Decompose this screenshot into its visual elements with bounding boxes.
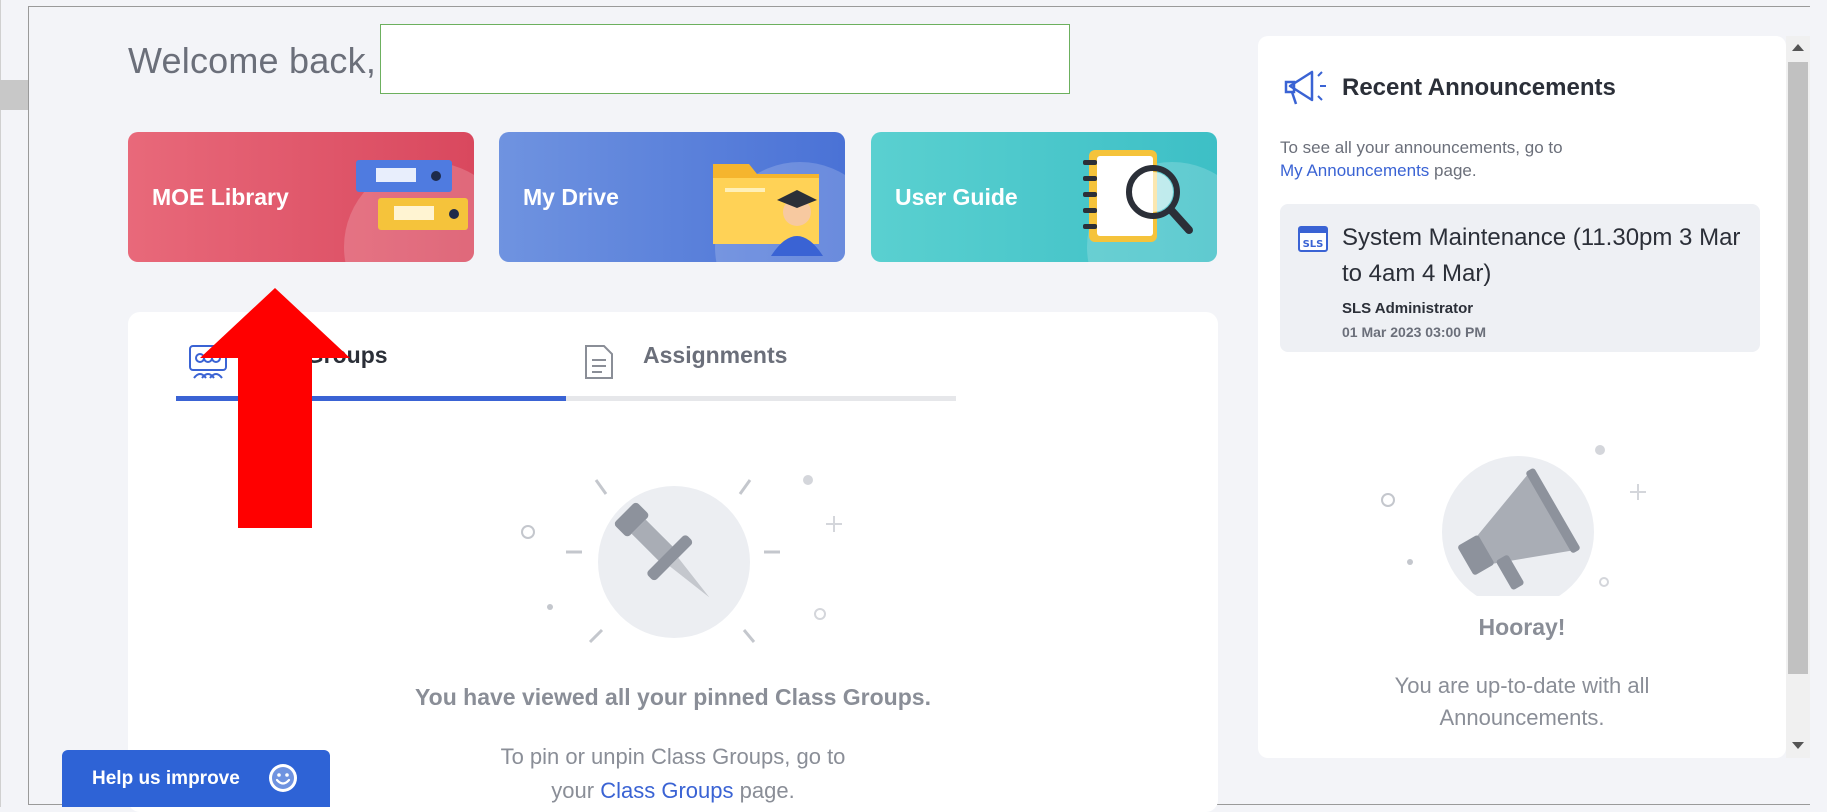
help-us-improve-button[interactable]: Help us improve (62, 750, 330, 807)
tab-assignments[interactable]: Assignments (643, 342, 787, 369)
scroll-down-arrow-icon[interactable] (1792, 742, 1804, 749)
assignments-icon (585, 345, 613, 379)
announcement-author: SLS Administrator (1342, 300, 1474, 317)
megaphone-icon (1284, 70, 1326, 105)
notebook-magnifier-icon (1083, 150, 1193, 242)
empty-state-sub-prefix: To pin or unpin Class Groups, go to (500, 744, 846, 769)
moe-library-label: MOE Library (152, 184, 289, 210)
empty-state-title: You have viewed all your pinned Class Gr… (415, 684, 931, 710)
class-groups-link[interactable]: Class Groups (600, 778, 733, 803)
announcements-hint: To see all your announcements, go to My … (1280, 136, 1563, 182)
announcements-hint-suffix: page. (1434, 161, 1477, 180)
left-border-line (0, 0, 1, 807)
moe-library-tile[interactable]: MOE Library (128, 132, 474, 262)
welcome-heading: Welcome back, (128, 40, 377, 81)
announcements-hint-prefix: To see all your announcements, go to (1280, 138, 1563, 157)
megaphone-illustration-icon (1381, 445, 1646, 596)
pin-illustration-icon (521, 475, 842, 644)
announcements-title: Recent Announcements (1342, 74, 1616, 101)
sls-badge-text: SLS (1303, 239, 1324, 250)
folders-icon (356, 160, 468, 230)
my-drive-tile[interactable]: My Drive (499, 132, 845, 262)
page-scrollbar[interactable] (1786, 36, 1810, 758)
help-button-label: Help us improve (92, 768, 240, 789)
announcement-item[interactable]: SLS System Maintenance (11.30pm 3 Mar to… (1280, 204, 1760, 352)
scroll-thumb[interactable] (1788, 62, 1808, 674)
sls-badge-icon: SLS (1298, 226, 1328, 252)
user-guide-label: User Guide (895, 184, 1018, 210)
left-gutter (0, 80, 28, 110)
my-announcements-link[interactable]: My Announcements (1280, 161, 1429, 180)
user-guide-tile[interactable]: User Guide (871, 132, 1217, 262)
announcements-empty-title: Hooray! (1478, 614, 1566, 640)
smiley-icon (269, 764, 297, 792)
announcements-empty-subtitle: You are up-to-date with all Announcement… (1394, 673, 1650, 730)
folder-graduate-icon (713, 164, 823, 256)
announcement-date: 01 Mar 2023 03:00 PM (1342, 324, 1486, 340)
user-name-box (380, 24, 1070, 94)
announcements-panel: Recent Announcements To see all your ann… (1258, 36, 1786, 758)
scroll-up-arrow-icon[interactable] (1792, 44, 1804, 51)
empty-state-sub-your: your (551, 778, 595, 803)
announcement-title: System Maintenance (11.30pm 3 Mar to 4am… (1342, 224, 1741, 287)
my-drive-label: My Drive (523, 184, 619, 210)
empty-state-sub-suffix: page. (739, 778, 795, 803)
red-up-arrow-icon (200, 288, 350, 528)
